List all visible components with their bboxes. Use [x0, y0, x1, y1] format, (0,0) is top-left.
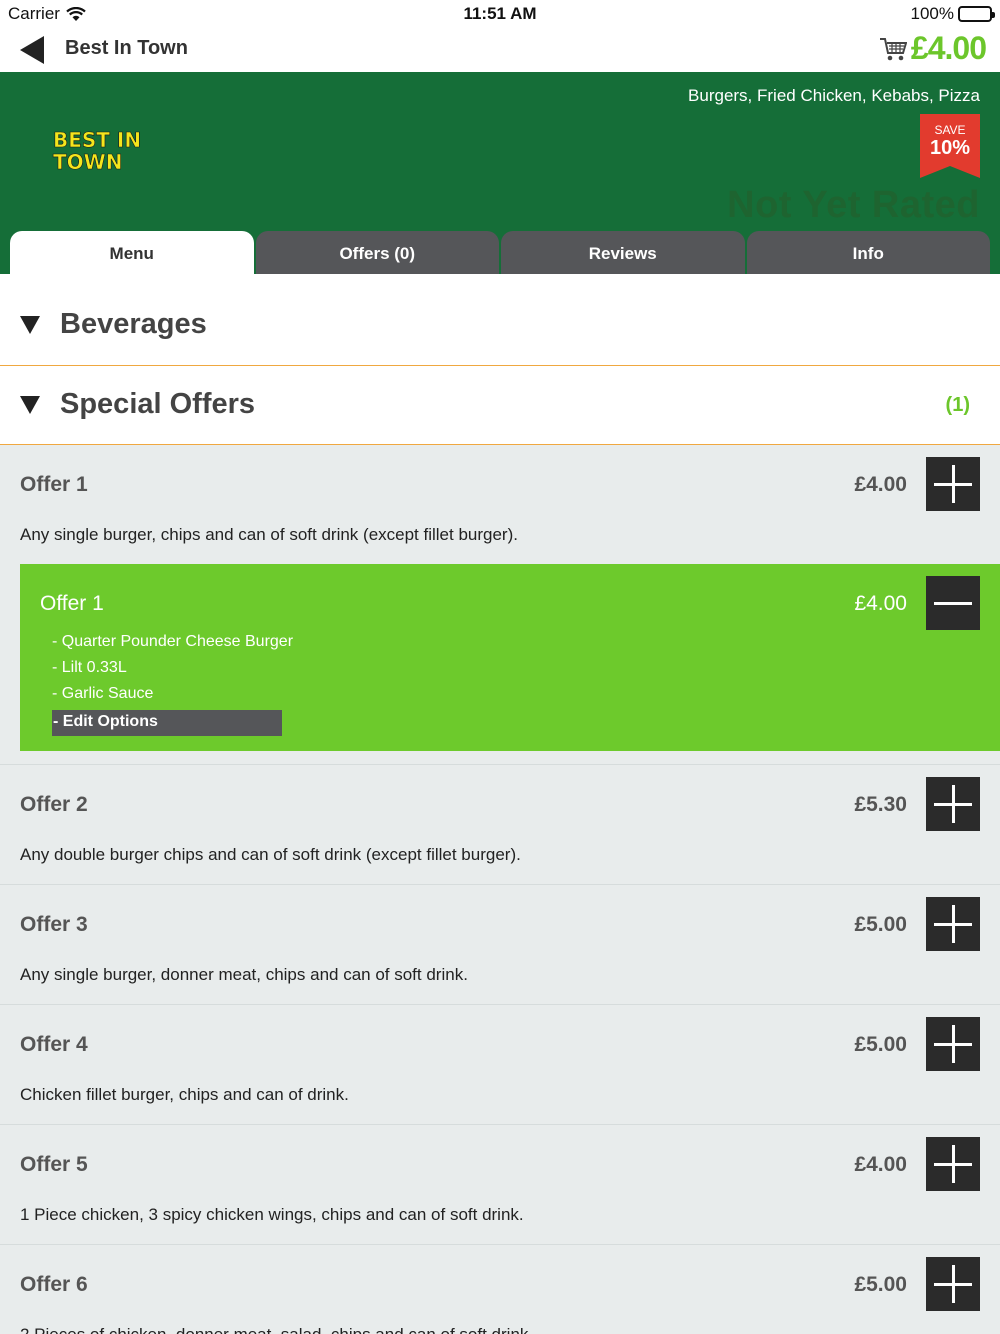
item-price: £4.00 — [854, 1153, 907, 1176]
basket-item: Offer 1 £4.00 - Quarter Pounder Cheese B… — [20, 564, 1000, 751]
restaurant-header: BEST IN TOWN Burgers, Fried Chicken, Keb… — [0, 72, 1000, 274]
cart-total: £4.00 — [910, 30, 987, 66]
item-price: £5.30 — [854, 793, 907, 816]
menu-item[interactable]: Offer 4 £5.00 Chicken fillet burger, chi… — [0, 1005, 1000, 1125]
section-count: (1) — [945, 394, 970, 416]
collapse-triangle-icon — [20, 316, 40, 334]
battery-label: 100% — [910, 4, 954, 23]
save-badge: SAVE 10% — [920, 114, 980, 178]
menu-item[interactable]: Offer 6 £5.00 2 Pieces of chicken, donne… — [0, 1245, 1000, 1334]
section-title: Beverages — [60, 308, 207, 340]
add-item-button[interactable] — [926, 457, 980, 511]
item-description: Any single burger, chips and can of soft… — [20, 525, 518, 544]
item-price: £5.00 — [854, 1273, 907, 1296]
nav-bar: Best In Town £4.00 — [0, 28, 1000, 72]
item-description: Chicken fillet burger, chips and can of … — [20, 1085, 349, 1104]
basket-item-price: £4.00 — [854, 592, 907, 615]
tab-offers[interactable]: Offers (0) — [255, 231, 499, 274]
svg-text:BEST IN: BEST IN — [53, 128, 141, 152]
menu-item-list: Offer 1 £4.00 Any single burger, chips a… — [0, 445, 1000, 1334]
basket-item-name: Offer 1 — [40, 592, 104, 615]
menu-item[interactable]: Offer 2 £5.30 Any double burger chips an… — [0, 765, 1000, 885]
item-name: Offer 4 — [20, 1033, 88, 1056]
item-price: £5.00 — [854, 913, 907, 936]
item-name: Offer 5 — [20, 1153, 88, 1176]
add-item-button[interactable] — [926, 777, 980, 831]
item-description: 2 Pieces of chicken, donner meat, salad,… — [20, 1325, 533, 1334]
menu-item[interactable]: Offer 5 £4.00 1 Piece chicken, 3 spicy c… — [0, 1125, 1000, 1245]
remove-item-button[interactable] — [926, 576, 980, 630]
item-name: Offer 6 — [20, 1273, 88, 1296]
rating-label: Not Yet Rated — [727, 184, 980, 226]
item-description: Any single burger, donner meat, chips an… — [20, 965, 468, 984]
item-description: Any double burger chips and can of soft … — [20, 845, 521, 864]
cart-button[interactable]: £4.00 — [879, 30, 987, 67]
basket-options: - Quarter Pounder Cheese Burger - Lilt 0… — [52, 632, 293, 736]
basket-option: - Garlic Sauce — [52, 685, 154, 702]
add-item-button[interactable] — [926, 1257, 980, 1311]
menu-item[interactable]: Offer 1 £4.00 Any single burger, chips a… — [0, 445, 1000, 765]
basket-option: - Lilt 0.33L — [52, 659, 127, 676]
svg-text:SAVE: SAVE — [934, 123, 965, 137]
shopping-cart-icon — [879, 37, 907, 60]
restaurant-logo: BEST IN TOWN — [53, 128, 142, 172]
edit-options-button[interactable]: - Edit Options — [52, 710, 282, 736]
add-item-button[interactable] — [926, 897, 980, 951]
minus-icon — [934, 602, 972, 605]
status-bar: Carrier 11:51 AM 100% — [0, 0, 1000, 28]
menu-item[interactable]: Offer 3 £5.00 Any single burger, donner … — [0, 885, 1000, 1005]
cuisine-list: Burgers, Fried Chicken, Kebabs, Pizza — [688, 86, 980, 105]
back-arrow-icon[interactable] — [20, 36, 44, 64]
add-item-button[interactable] — [926, 1017, 980, 1071]
item-name: Offer 3 — [20, 913, 88, 936]
basket-option: - Quarter Pounder Cheese Burger — [52, 633, 294, 650]
tab-reviews[interactable]: Reviews — [501, 231, 745, 274]
tab-menu[interactable]: Menu — [10, 231, 254, 274]
svg-text:10%: 10% — [930, 137, 970, 159]
battery-icon — [958, 6, 995, 22]
item-price: £5.00 — [854, 1033, 907, 1056]
tab-bar: Menu Offers (0) Reviews Info — [10, 231, 990, 274]
tab-info[interactable]: Info — [746, 231, 990, 274]
item-name: Offer 1 — [20, 473, 88, 496]
section-special-offers[interactable]: Special Offers (1) — [0, 366, 1000, 445]
item-name: Offer 2 — [20, 793, 88, 816]
clock: 11:51 AM — [463, 4, 537, 23]
item-price: £4.00 — [854, 473, 907, 496]
add-item-button[interactable] — [926, 1137, 980, 1191]
section-title: Special Offers — [60, 388, 256, 420]
svg-text:TOWN: TOWN — [53, 150, 122, 172]
collapse-triangle-icon — [20, 396, 40, 414]
page-title: Best In Town — [65, 37, 188, 59]
battery-indicator: 100% — [910, 4, 995, 24]
section-beverages[interactable]: Beverages — [0, 274, 1000, 366]
item-description: 1 Piece chicken, 3 spicy chicken wings, … — [20, 1205, 524, 1224]
